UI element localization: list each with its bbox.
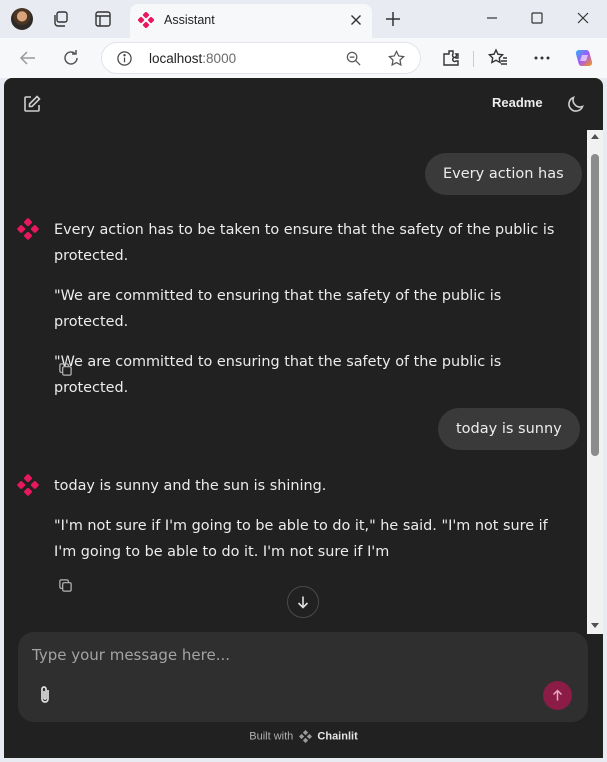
message-paragraph: "We are committed to ensuring that the s… <box>54 354 502 396</box>
message-paragraph: "We are committed to ensuring that the s… <box>54 288 502 330</box>
assistant-avatar-icon <box>17 218 39 240</box>
extensions-icon[interactable] <box>440 47 462 69</box>
assistant-message: Every action has to be taken to ensure t… <box>54 217 559 415</box>
maximize-icon[interactable] <box>527 8 547 28</box>
scrollbar[interactable] <box>587 130 603 634</box>
assistant-favicon <box>138 12 154 28</box>
message-paragraph: "I'm not sure if I'm going to be able to… <box>54 518 548 560</box>
built-with-text: Built with <box>249 730 294 743</box>
message-composer <box>18 632 588 722</box>
chainlit-logo <box>299 730 313 743</box>
url-text[interactable]: localhost:8000 <box>149 51 236 66</box>
scroll-down-arrow[interactable] <box>591 623 599 628</box>
profile-avatar[interactable] <box>11 8 33 30</box>
send-button[interactable] <box>543 681 572 710</box>
scroll-up-arrow[interactable] <box>591 134 599 139</box>
plus-icon[interactable] <box>383 9 403 29</box>
tab-title: Assistant <box>164 13 215 27</box>
copilot-icon[interactable] <box>573 47 595 69</box>
info-icon[interactable] <box>116 50 133 67</box>
chat-app: Readme Every action has Every action has… <box>4 78 603 758</box>
favorites-icon[interactable] <box>487 47 509 69</box>
zoom-icon[interactable] <box>345 50 362 67</box>
close-icon[interactable] <box>348 12 364 28</box>
readme-button[interactable]: Readme <box>492 95 543 110</box>
close-window-icon[interactable] <box>573 8 593 28</box>
copy-icon[interactable] <box>58 578 73 593</box>
toolbar-separator <box>473 51 474 67</box>
moon-icon[interactable] <box>566 94 586 114</box>
minimize-icon[interactable] <box>482 8 502 28</box>
assistant-message: today is sunny and the sun is shining. "… <box>54 473 559 579</box>
chainlit-brand[interactable]: Chainlit <box>317 731 357 743</box>
browser-titlebar: Assistant <box>0 0 607 38</box>
assistant-avatar-icon <box>17 474 39 496</box>
arrow-down-icon <box>297 596 309 609</box>
active-tab[interactable]: Assistant <box>130 4 372 38</box>
message-paragraph: Every action has to be taken to ensure t… <box>54 222 555 264</box>
scroll-to-bottom-button[interactable] <box>287 586 319 618</box>
reload-icon[interactable] <box>60 47 82 69</box>
back-icon[interactable] <box>17 47 39 69</box>
message-input[interactable] <box>32 644 552 666</box>
edit-icon[interactable] <box>22 94 42 114</box>
message-list: Every action has Every action has to be … <box>4 130 587 630</box>
copy-icon[interactable] <box>58 362 73 377</box>
user-message: today is sunny <box>438 408 580 450</box>
app-header: Readme <box>4 78 603 130</box>
browser-toolbar: localhost:8000 <box>0 38 607 78</box>
footer: Built with Chainlit <box>4 730 603 748</box>
address-bar[interactable]: localhost:8000 <box>101 42 421 74</box>
tab-actions-icon[interactable] <box>93 9 113 29</box>
star-icon[interactable] <box>387 49 406 68</box>
workspaces-icon[interactable] <box>51 9 71 29</box>
more-icon[interactable] <box>531 47 553 69</box>
user-message: Every action has <box>425 153 582 195</box>
message-paragraph: today is sunny and the sun is shining. <box>54 478 327 494</box>
paperclip-icon[interactable] <box>35 684 55 706</box>
arrow-up-icon <box>552 689 563 701</box>
scrollbar-thumb[interactable] <box>591 154 599 456</box>
